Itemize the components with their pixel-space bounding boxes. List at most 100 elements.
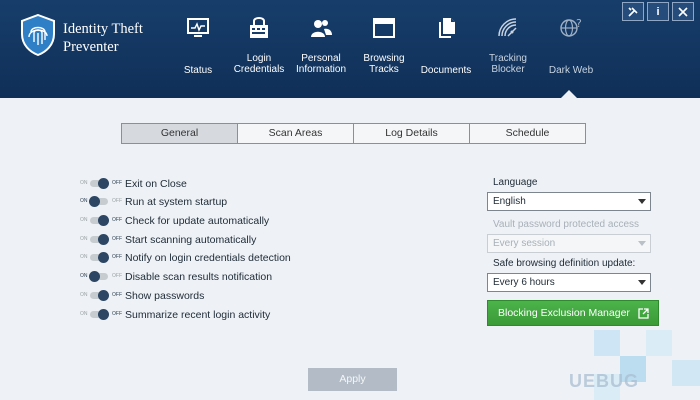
safe-browsing-label: Safe browsing definition update: — [493, 258, 636, 269]
active-nav-indicator — [561, 90, 577, 98]
info-icon: i — [656, 5, 660, 18]
external-link-icon — [638, 308, 649, 319]
nav-login-label-2: Credentials — [233, 64, 285, 75]
vault-select[interactable]: Every session — [487, 234, 651, 253]
toggle-track — [90, 214, 109, 226]
svg-text:?: ? — [576, 17, 582, 30]
app-title-line1: Identity Theft — [63, 21, 143, 37]
tab-scan-areas[interactable]: Scan Areas — [238, 124, 354, 143]
chevron-down-icon — [638, 199, 646, 204]
globe-question-icon: ? — [560, 17, 582, 37]
app-title: Identity Theft Preventer — [63, 20, 173, 56]
setting-label: Check for update automatically — [125, 214, 270, 227]
documents-icon — [439, 18, 455, 38]
nav-browsing-label-1: Browsing — [363, 53, 405, 64]
watermark-text: UEBUG — [569, 371, 640, 391]
setting-disable-scan-notification: ON OFF Disable scan results notification — [80, 268, 272, 285]
nav-tracking-label-1: Tracking — [489, 53, 527, 64]
blocking-exclusion-manager-button[interactable]: Blocking Exclusion Manager — [487, 300, 659, 326]
setting-label: Exit on Close — [125, 177, 187, 190]
toggle-knob — [98, 233, 109, 245]
nav-status-label: Status — [183, 65, 213, 76]
tab-log-details[interactable]: Log Details — [354, 124, 470, 143]
toggle-on-text: ON — [80, 291, 88, 298]
nav-personal-information[interactable]: Personal Information — [294, 0, 348, 98]
setting-show-passwords: ON OFF Show passwords — [80, 287, 204, 304]
setting-check-for-update: ON OFF Check for update automatically — [80, 212, 269, 229]
nav-login-label-1: Login — [246, 53, 272, 64]
setting-notify-login-detection: ON OFF Notify on login credentials detec… — [80, 249, 291, 266]
toggle-track — [90, 289, 109, 301]
top-navigation-bar: Identity Theft Preventer Status Login Cr… — [0, 0, 700, 98]
toggle-off-text: OFF — [112, 272, 122, 279]
nav-documents[interactable]: Documents — [418, 0, 474, 98]
toggle-track — [90, 308, 109, 320]
chevron-down-icon — [638, 241, 646, 246]
wrench-icon — [628, 6, 638, 17]
language-select[interactable]: English — [487, 192, 651, 211]
close-icon — [678, 6, 688, 17]
exit-on-close-toggle[interactable]: ON OFF — [80, 177, 122, 189]
setting-label: Show passwords — [125, 289, 205, 302]
toggle-track — [89, 195, 108, 207]
setting-label: Summarize recent login activity — [125, 308, 271, 321]
vault-label: Vault password protected access — [493, 219, 640, 230]
check-update-toggle[interactable]: ON OFF — [80, 214, 122, 226]
toggle-on-text: ON — [80, 216, 88, 223]
settings-tools-button[interactable] — [622, 2, 644, 21]
toggle-track — [90, 233, 109, 245]
nav-documents-label: Documents — [420, 65, 472, 76]
language-value: English — [493, 196, 526, 207]
app-title-line2: Preventer — [63, 39, 119, 55]
toggle-knob — [98, 214, 109, 226]
nav-personal-label-2: Information — [295, 64, 347, 75]
toggle-off-text: OFF — [112, 235, 122, 242]
browser-window-icon — [373, 18, 395, 38]
tab-schedule[interactable]: Schedule — [470, 124, 585, 143]
apply-button[interactable]: Apply — [308, 368, 397, 391]
toggle-off-text: OFF — [112, 216, 122, 223]
setting-start-scanning: ON OFF Start scanning automatically — [80, 231, 256, 248]
safe-browsing-value: Every 6 hours — [493, 277, 555, 288]
toggle-off-text: OFF — [112, 310, 122, 317]
monitor-icon — [187, 18, 209, 37]
toggle-on-text: ON — [80, 253, 88, 260]
setting-label: Run at system startup — [125, 195, 228, 208]
language-label: Language — [493, 177, 538, 188]
show-passwords-toggle[interactable]: ON OFF — [80, 289, 122, 301]
toggle-off-text: OFF — [112, 253, 122, 260]
start-scanning-toggle[interactable]: ON OFF — [80, 233, 122, 245]
setting-summarize-login-activity: ON OFF Summarize recent login activity — [80, 306, 270, 323]
toggle-on-text: ON — [80, 197, 88, 204]
toggle-off-text: OFF — [112, 291, 122, 298]
close-button[interactable] — [672, 2, 694, 21]
toggle-off-text: OFF — [112, 197, 122, 204]
exclusion-button-label: Blocking Exclusion Manager — [498, 307, 630, 319]
users-icon — [311, 20, 332, 37]
nav-tracking-label-2: Blocker — [491, 64, 525, 75]
summarize-activity-toggle[interactable]: ON OFF — [80, 308, 122, 320]
notify-login-toggle[interactable]: ON OFF — [80, 251, 122, 263]
nav-login-credentials[interactable]: Login Credentials — [232, 0, 286, 98]
chevron-down-icon — [638, 280, 646, 285]
toggle-off-text: OFF — [112, 179, 122, 186]
setting-label: Disable scan results notification — [125, 270, 273, 283]
tab-general[interactable]: General — [122, 124, 238, 143]
toggle-on-text: ON — [80, 179, 88, 186]
nav-browsing-label-2: Tracks — [369, 64, 399, 75]
toggle-knob — [98, 177, 109, 189]
toggle-knob — [98, 289, 109, 301]
nav-dark-web[interactable]: ? Dark Web — [543, 0, 599, 98]
toggle-knob — [98, 308, 109, 320]
safe-browsing-select[interactable]: Every 6 hours — [487, 273, 651, 292]
toggle-on-text: ON — [80, 310, 88, 317]
disable-notification-toggle[interactable]: ON OFF — [80, 270, 122, 282]
toggle-knob — [89, 195, 100, 207]
info-button[interactable]: i — [647, 2, 669, 21]
nav-status[interactable]: Status — [176, 0, 220, 98]
nav-browsing-tracks[interactable]: Browsing Tracks — [358, 0, 410, 98]
toggle-on-text: ON — [80, 272, 88, 279]
radar-icon — [498, 18, 517, 37]
run-at-startup-toggle[interactable]: ON OFF — [80, 195, 122, 207]
nav-tracking-blocker[interactable]: Tracking Blocker — [483, 0, 533, 98]
